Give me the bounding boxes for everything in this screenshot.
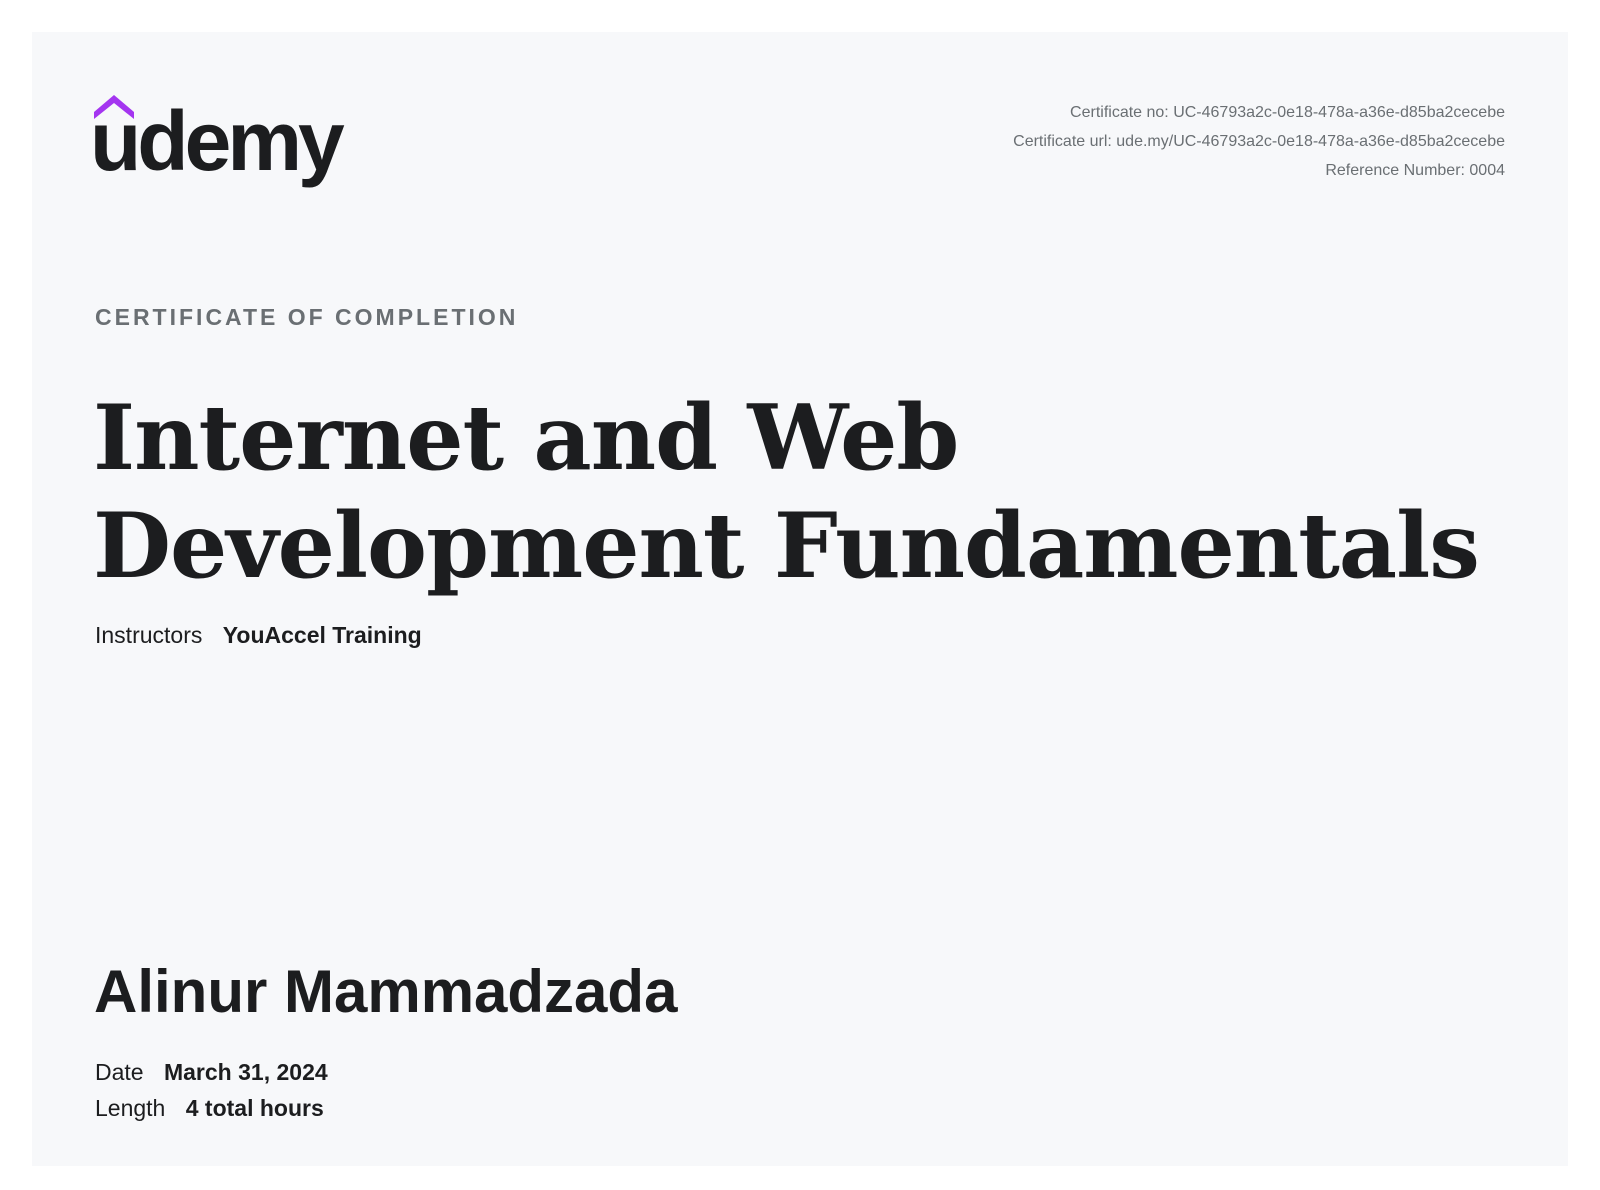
instructors-value: YouAccel Training xyxy=(222,622,422,648)
instructors-row: Instructors YouAccel Training xyxy=(95,622,422,649)
certificate-meta: Certificate no: UC-46793a2c-0e18-478a-a3… xyxy=(1013,98,1505,185)
length-value: 4 total hours xyxy=(185,1095,324,1121)
date-value: March 31, 2024 xyxy=(163,1059,328,1085)
instructors-label: Instructors xyxy=(95,622,203,648)
date-label: Date xyxy=(95,1059,144,1085)
certificate-card: udemy Certificate no: UC-46793a2c-0e18-4… xyxy=(32,32,1568,1166)
certificate-url: Certificate url: ude.my/UC-46793a2c-0e18… xyxy=(1013,133,1505,150)
udemy-logo: udemy xyxy=(90,92,364,202)
course-title: Internet and Web Development Fundamental… xyxy=(93,385,1480,599)
length-row: Length 4 total hours xyxy=(95,1095,324,1122)
logo-wordmark: udemy xyxy=(94,94,345,188)
certificate-number: Certificate no: UC-46793a2c-0e18-478a-a3… xyxy=(1070,104,1505,121)
date-row: Date March 31, 2024 xyxy=(95,1059,328,1086)
reference-number: Reference Number: 0004 xyxy=(1325,162,1505,179)
certificate-eyebrow: CERTIFICATE OF COMPLETION xyxy=(95,304,519,330)
recipient-name: Alinur Mammadzada xyxy=(94,958,678,1025)
length-label: Length xyxy=(95,1095,166,1121)
